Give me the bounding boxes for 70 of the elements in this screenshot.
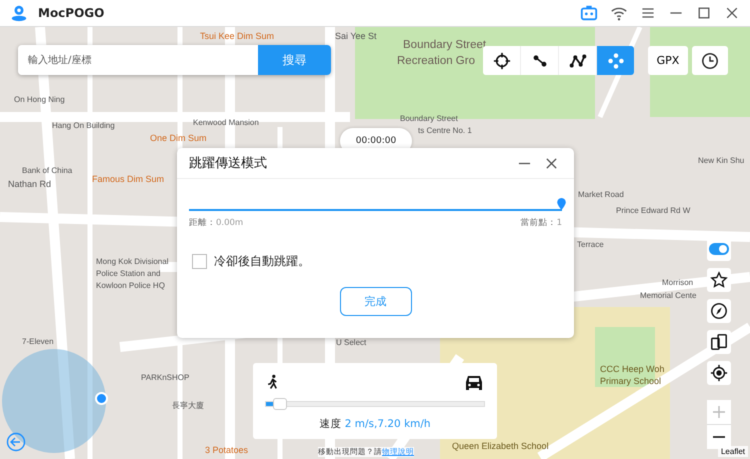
star-icon	[710, 271, 728, 289]
multi-point-route-icon	[568, 52, 586, 70]
compass-icon	[710, 302, 728, 320]
search-field[interactable]: 輸入地址/座標	[18, 45, 258, 75]
checkbox-label: 冷卻後自動跳躍。	[214, 253, 310, 270]
map-label: Primary School	[600, 377, 662, 386]
mode-button[interactable]	[521, 46, 558, 75]
compass-button[interactable]	[707, 299, 731, 323]
map-label: Tsui Kee Dim Sum	[200, 32, 274, 41]
map-label: Nathan Rd	[8, 180, 52, 189]
window-title: MocPOGO	[38, 6, 104, 20]
scattered-dots-icon	[606, 52, 624, 70]
plus-icon	[712, 405, 726, 419]
phones-icon	[710, 333, 728, 351]
map-label: U Select	[336, 339, 366, 347]
back-button[interactable]	[5, 432, 27, 454]
map-label: Morrison	[662, 279, 694, 287]
toolbox-icon[interactable]	[580, 4, 598, 22]
car-icon	[463, 373, 485, 393]
done-button[interactable]: 完成	[340, 287, 412, 316]
map-label: 長寧大廈	[172, 402, 204, 410]
clock-icon	[701, 52, 719, 70]
map-label: Famous Dim Sum	[92, 175, 164, 184]
map-label: Queen Elizabeth School	[452, 442, 549, 451]
favorite-button[interactable]	[707, 268, 731, 292]
map-attribution: Leaflet	[718, 446, 748, 457]
dialog-title: 跳躍傳送模式	[189, 155, 267, 172]
map-label: Terrace	[577, 241, 604, 249]
map-label: Kowloon Police HQ	[96, 282, 165, 290]
close-icon[interactable]	[724, 5, 740, 21]
speed-readout: 速度 2 m/s,7.20 km/h	[318, 417, 432, 431]
locate-icon	[710, 364, 728, 382]
search-button[interactable]: 搜尋	[258, 45, 331, 75]
map-label: One Dim Sum	[150, 134, 207, 143]
map-label: Memorial Cente	[640, 292, 696, 300]
map-label: Boundary Street	[400, 115, 458, 123]
map-label: On Hong Ning	[14, 96, 65, 104]
devices-button[interactable]	[707, 330, 731, 354]
current-point-label: 當前點：1	[520, 217, 562, 229]
map-label: ts Centre No. 1	[418, 127, 472, 135]
locate-button[interactable]	[707, 361, 731, 385]
maximize-icon[interactable]	[696, 5, 712, 21]
map-label: New Kin Shu	[698, 157, 744, 165]
map-label: 3 Potatoes	[205, 446, 248, 455]
pin-logo-icon	[10, 4, 28, 22]
history-button[interactable]	[692, 46, 728, 75]
map-label: Kenwood Mansion	[193, 119, 259, 127]
two-point-route-icon	[532, 52, 548, 68]
map-label: Market Road	[578, 191, 624, 199]
checkbox[interactable]	[192, 254, 207, 269]
map-label: Boundary Street	[403, 40, 486, 52]
map-label: 7-Eleven	[22, 338, 54, 346]
map-label: PARKnSHOP	[141, 374, 190, 382]
distance-label: 距離：0.00m	[189, 217, 244, 229]
map-label: CCC Heep Woh	[600, 365, 664, 374]
map-label: Prince Edward Rd W	[616, 207, 690, 215]
close-icon[interactable]	[545, 156, 558, 170]
map-label: Recreation Gro	[397, 56, 475, 68]
map-label: Mong Kok Divisional	[96, 258, 168, 266]
toggle-switch[interactable]	[709, 243, 729, 255]
crosshair-icon	[492, 52, 510, 70]
map-label: Hang On Building	[52, 122, 115, 130]
gpx-button[interactable]: GPX	[648, 46, 688, 75]
mode-button[interactable]	[559, 46, 596, 75]
map-label: Sai Yee St	[335, 32, 377, 41]
pin-icon	[557, 198, 566, 210]
slider-handle[interactable]	[272, 398, 287, 410]
map-label: Police Station and	[96, 270, 160, 278]
map-label: Bank of China	[22, 167, 72, 175]
zoom-out-button[interactable]	[707, 425, 731, 449]
